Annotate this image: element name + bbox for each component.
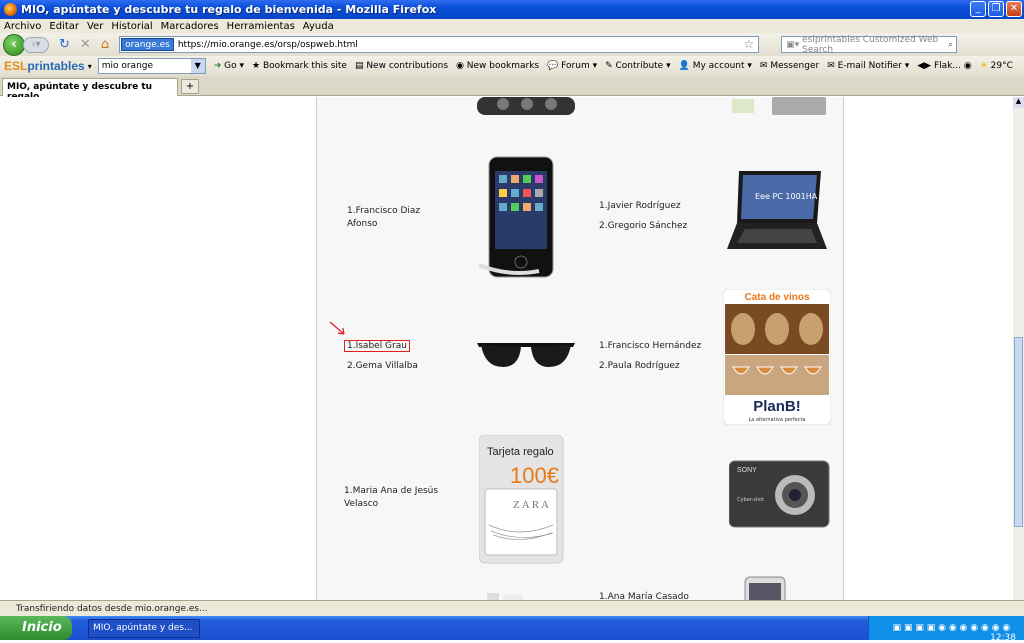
red-arrow-icon (329, 321, 345, 335)
new-bookmarks-button[interactable]: ◉ New bookmarks (456, 61, 539, 71)
search-engine-icon[interactable]: ▣▾ (786, 40, 799, 50)
search-placeholder: eslprintables Customized Web Search (802, 34, 939, 55)
zara-gift-card-image: Tarjeta regalo 100€ ZARA (479, 435, 564, 564)
wine-title: Cata de vinos (744, 292, 809, 303)
search-input[interactable]: ▣▾ eslprintables Customized Web Search ⌕ (781, 34, 958, 55)
menu-historial[interactable]: Historial (111, 21, 152, 32)
bookmark-star-icon[interactable]: ☆ (743, 37, 754, 51)
sony-camera-image: SONY Cyber-shot (729, 460, 830, 528)
new-contributions-button[interactable]: ▤ New contributions (355, 61, 448, 71)
page-content: 1.Francisco Diaz Afonso 1.Javier Rodrígu… (0, 97, 1013, 600)
maximize-button[interactable]: ❐ (988, 1, 1004, 17)
scrollbar-thumb[interactable] (1014, 337, 1023, 527)
sunglasses-image (477, 343, 575, 367)
winner-name: 1.Ana María Casado (599, 592, 689, 600)
back-button[interactable]: ‹ (3, 33, 25, 56)
reload-icon[interactable]: ↻ (59, 37, 70, 52)
window-title: MIO, apúntate y descubre tu regalo de bi… (21, 3, 437, 16)
winner-name: 1.Francisco Diaz Afonso (347, 206, 421, 229)
system-tray: ▣ ▣ ▣ ▣ ◉ ◉ ◉ ◉ ◉ ◉ ◉ 12:38 (868, 616, 1024, 643)
go-button[interactable]: ➜ Go ▾ (214, 61, 244, 71)
menu-ayuda[interactable]: Ayuda (303, 21, 334, 32)
gift-card-amount: 100€ (510, 463, 559, 488)
winner-name: 1.Javier Rodríguez (599, 201, 681, 211)
winner-name-highlighted: 1.Isabel Grau (344, 340, 410, 353)
bookmark-site-button[interactable]: ★ Bookmark this site (252, 61, 347, 71)
navigation-bar: ‹ ›▾ ↻ ✕ ⌂ orange.es https://mio.orange.… (0, 33, 1024, 56)
new-tab-button[interactable]: + (181, 79, 199, 94)
clock[interactable]: 12:38 (990, 633, 1016, 643)
toolbar-search-value[interactable]: mio orange (102, 61, 153, 71)
winner-name: 2.Paula Rodríguez (599, 361, 680, 371)
hard-drive-image (732, 97, 826, 115)
scroll-up-button[interactable]: ▲ (1013, 97, 1024, 108)
close-button[interactable]: ✕ (1006, 1, 1022, 17)
url-bar[interactable]: orange.es https://mio.orange.es/orsp/osp… (119, 36, 760, 53)
stop-icon[interactable]: ✕ (80, 37, 91, 52)
menu-editar[interactable]: Editar (49, 21, 79, 32)
camera-model: Cyber-shot (737, 497, 764, 503)
menu-marcadores[interactable]: Marcadores (161, 21, 219, 32)
messenger-button[interactable]: ✉ Messenger (760, 61, 819, 71)
winner-name: 1.Francisco Hernández (599, 341, 702, 351)
contribute-button[interactable]: ✎ Contribute ▾ (605, 61, 671, 71)
search-icon[interactable]: ⌕ (948, 40, 956, 50)
winners-panel: 1.Francisco Diaz Afonso 1.Javier Rodrígu… (316, 97, 844, 600)
window-titlebar: MIO, apúntate y descubre tu regalo de bi… (0, 0, 1024, 19)
tray-icons[interactable]: ▣ ▣ ▣ ▣ ◉ ◉ ◉ ◉ ◉ ◉ ◉ (893, 623, 1016, 633)
forward-button[interactable]: ›▾ (23, 36, 49, 53)
netbook-label: Eee PC 1001HA (755, 192, 818, 201)
camera-brand: SONY (737, 467, 757, 474)
tab-mio[interactable]: MIO, apúntate y descubre tu regalo ... (2, 78, 178, 102)
eslprintables-logo[interactable]: ESLprintables (4, 59, 85, 73)
phone-image (744, 576, 786, 600)
eslprintables-toolbar: ESLprintables ▾ mio orange ▼ ➜ Go ▾ ★ Bo… (0, 56, 1024, 76)
menu-bar: Archivo Editar Ver Historial Marcadores … (0, 19, 1024, 33)
start-button[interactable]: Inicio (0, 616, 72, 640)
menu-ver[interactable]: Ver (87, 21, 103, 32)
my-account-button[interactable]: 👤 My account ▾ (679, 61, 752, 71)
winner-name: 2.Gregorio Sánchez (599, 221, 688, 231)
winner-name: 1.Maria Ana de Jesús Velasco (344, 486, 439, 509)
taskbar: Inicio MIO, apúntate y des... ▣ ▣ ▣ ▣ ◉ … (0, 616, 1024, 643)
status-bar: Transfiriendo datos desde mio.orange.es.… (0, 600, 1024, 616)
logo-dropdown-icon[interactable]: ▾ (88, 62, 92, 71)
netbook-image: Eee PC 1001HA (727, 171, 827, 249)
tab-bar: MIO, apúntate y descubre tu regalo ... + (0, 76, 1024, 102)
gift-card-brand: ZARA (513, 499, 551, 511)
taskbar-firefox-item[interactable]: MIO, apúntate y des... (88, 619, 200, 638)
wine-tasting-image: Cata de vinos PlanB! La alternativa perf… (723, 289, 831, 425)
gamepad-image (477, 97, 575, 115)
winner-name: 2.Gema Villalba (347, 361, 418, 371)
menu-archivo[interactable]: Archivo (4, 21, 41, 32)
site-identity-button[interactable]: orange.es (121, 38, 174, 51)
weather-widget[interactable]: ☀ 29°C (980, 61, 1013, 71)
toolbar-search-select[interactable]: mio orange ▼ (97, 58, 206, 74)
email-notifier-button[interactable]: ✉ E-mail Notifier ▾ (827, 61, 909, 71)
media-player-controls[interactable]: ◀▶ Flak... ◉ (917, 61, 971, 71)
minimize-button[interactable]: _ (970, 1, 986, 17)
home-icon[interactable]: ⌂ (101, 37, 109, 52)
menu-herramientas[interactable]: Herramientas (227, 21, 295, 32)
vertical-scrollbar[interactable]: ▲ (1013, 97, 1024, 600)
forum-button[interactable]: 💬 Forum ▾ (547, 61, 597, 71)
chevron-down-icon[interactable]: ▼ (190, 59, 205, 73)
gift-card-title: Tarjeta regalo (487, 446, 554, 458)
status-text: Transfiriendo datos desde mio.orange.es.… (16, 604, 208, 614)
url-text[interactable]: https://mio.orange.es/orsp/ospweb.html (178, 40, 358, 50)
wine-tagline: La alternativa perfecta (748, 417, 805, 423)
firefox-icon (4, 3, 17, 16)
usb-image (487, 593, 523, 600)
ipod-touch-image (478, 156, 554, 278)
wine-brand: PlanB! (753, 398, 801, 415)
